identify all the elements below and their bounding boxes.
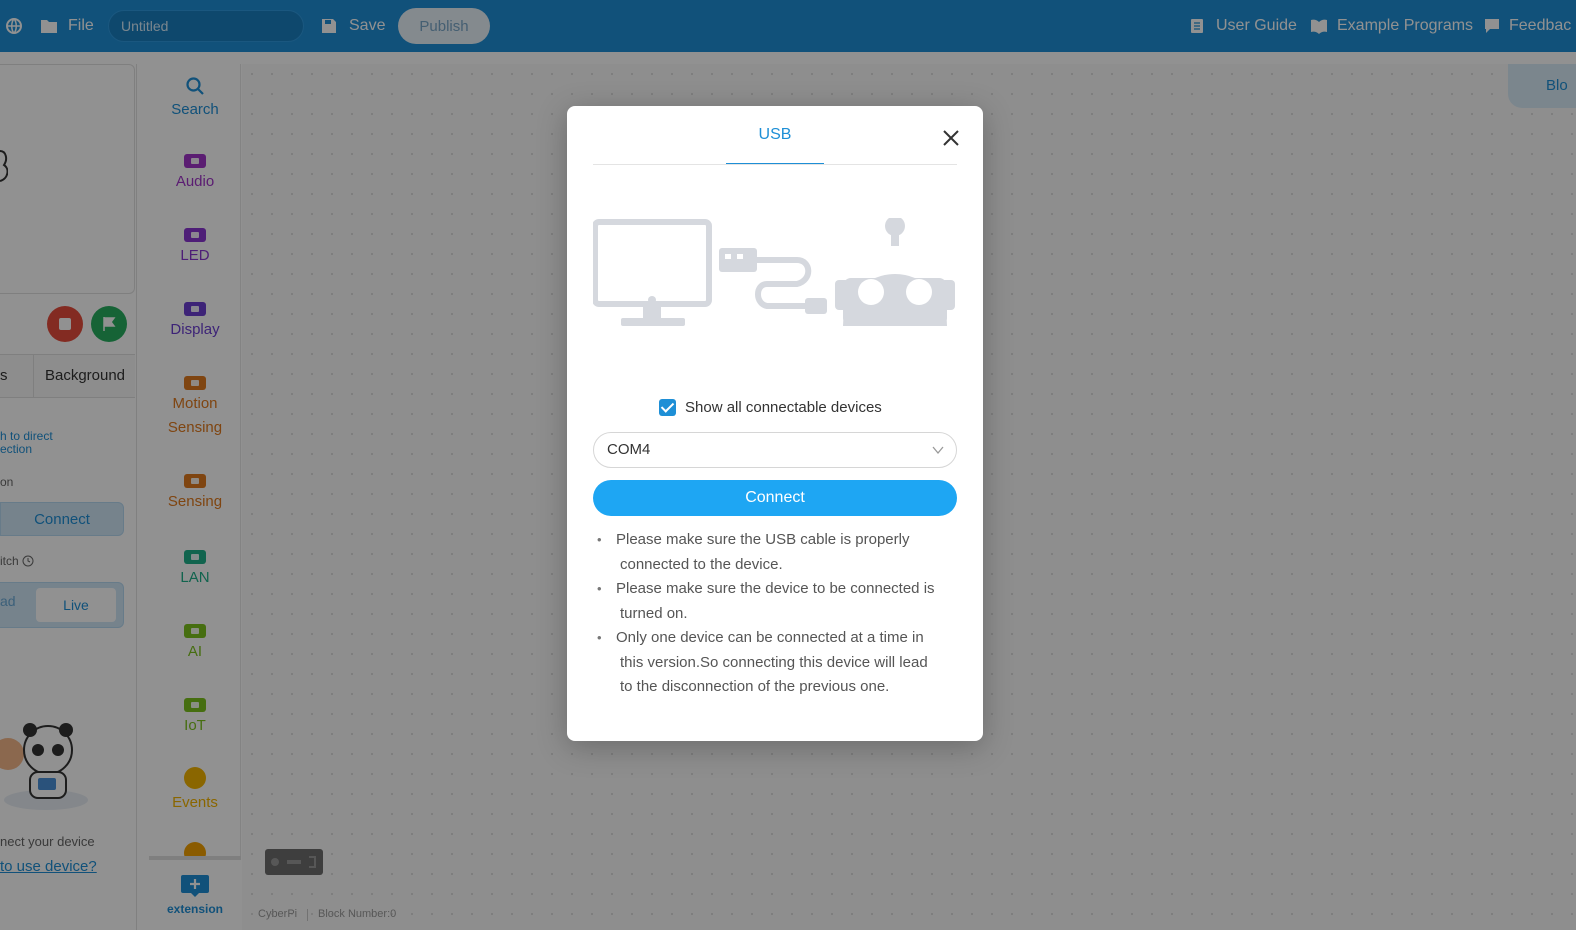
port-select[interactable]: COM4 [593,432,957,468]
tab-divider [593,164,957,165]
show-all-devices-label: Show all connectable devices [685,398,882,416]
usb-connection-illustration [593,218,955,326]
list-item: Please make sure the USB cable is proper… [593,528,957,577]
show-all-devices-checkbox[interactable] [659,398,676,416]
device-connect-dialog: USB Show all connectable devices COM4 Co… [567,106,983,741]
list-item: Only one device can be connected at a ti… [593,626,957,700]
tip-line: Please make sure the device to be connec… [616,580,935,597]
tip-line: this version.So connecting this device w… [620,653,928,671]
chevron-down-icon [932,446,944,455]
port-select-value: COM4 [607,441,651,458]
tip-line: Please make sure the USB cable is proper… [616,531,910,548]
tip-line: to the disconnection of the previous one… [620,678,890,695]
tip-line: turned on. [620,604,688,622]
close-icon[interactable] [939,126,963,150]
tip-line: connected to the device. [620,555,783,573]
connection-tips-list: Please make sure the USB cable is proper… [593,528,957,700]
show-all-devices-row[interactable]: Show all connectable devices [659,397,882,417]
tab-usb[interactable]: USB [726,126,824,165]
list-item: Please make sure the device to be connec… [593,577,957,626]
tip-line: Only one device can be connected at a ti… [616,629,924,646]
connect-button[interactable]: Connect [593,480,957,516]
